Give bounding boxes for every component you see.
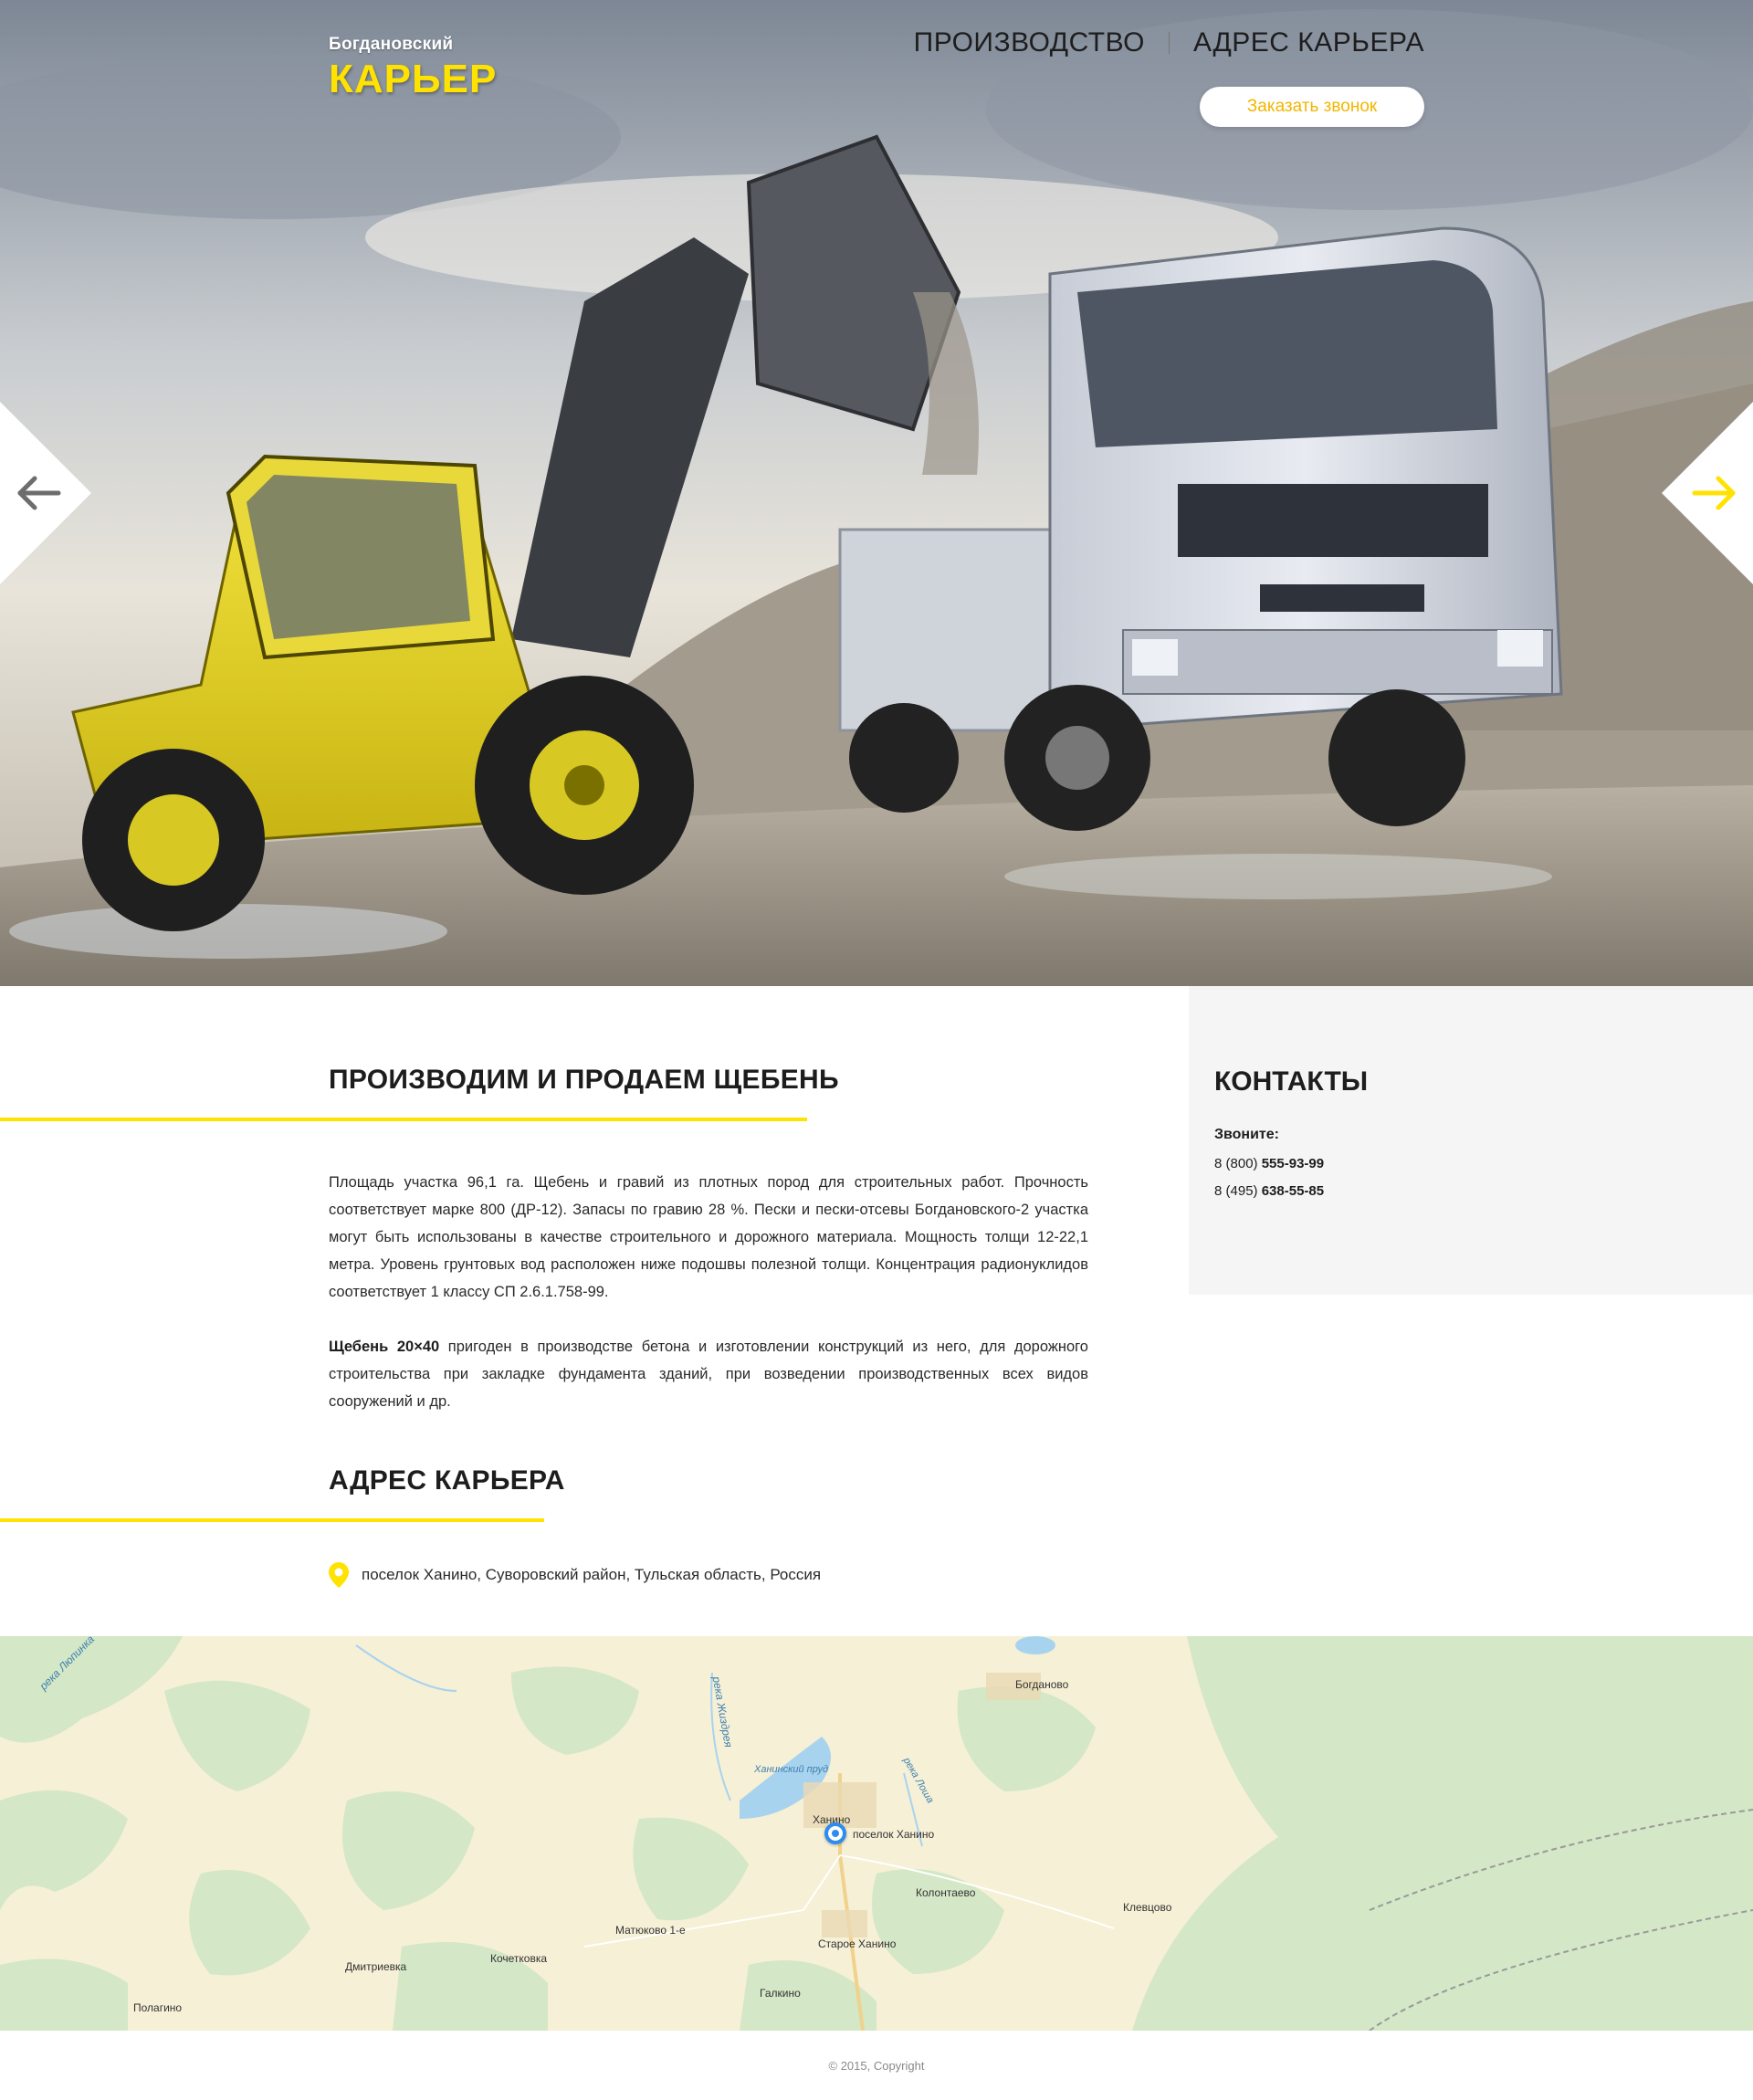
logo[interactable]: Богдановский КАРЬЕР <box>329 35 497 102</box>
map-label: Клевцово <box>1123 1901 1172 1914</box>
map-label: Галкино <box>760 1987 801 2000</box>
phone-1[interactable]: 8 (800) 555-93-99 <box>1214 1156 1324 1171</box>
about-title: ПРОИЗВОДИМ И ПРОДАЕМ ЩЕБЕНЬ <box>329 1065 839 1095</box>
address-title-underline <box>0 1518 544 1522</box>
map-label: Ханинский пруд <box>754 1764 829 1775</box>
map-label: Старое Ханино <box>818 1937 897 1950</box>
about-product-text: пригоден в производстве бетона и изготов… <box>329 1339 1088 1410</box>
about-paragraph-2: Щебень 20×40 пригоден в производстве бет… <box>329 1333 1088 1415</box>
location-pin-icon <box>329 1562 349 1588</box>
address-text: поселок Ханино, Суворовский район, Тульс… <box>362 1566 822 1583</box>
logo-title: КАРЬЕР <box>329 57 498 101</box>
address-title: АДРЕС КАРЬЕРА <box>329 1465 565 1496</box>
contacts-call-label: Звоните: <box>1214 1127 1279 1142</box>
map-label: Кочетковка <box>490 1952 548 1965</box>
slider-next-button[interactable] <box>1662 402 1753 584</box>
contacts-title: КОНТАКТЫ <box>1214 1066 1369 1097</box>
map-label: Матюково 1-е <box>615 1924 686 1937</box>
about-paragraph-1: Площадь участка 96,1 га. Щебень и гравий… <box>329 1174 1088 1300</box>
logo-subtitle: Богдановский <box>329 35 454 54</box>
phone-1-number: 555-93-99 <box>1261 1156 1325 1171</box>
order-call-button[interactable]: Заказать звонок <box>1200 87 1424 127</box>
main-nav: ПРОИЗВОДСТВО АДРЕС КАРЬЕРА <box>914 27 1424 58</box>
map-label: Богданово <box>1015 1678 1069 1691</box>
phone-2-number: 638-55-85 <box>1261 1183 1325 1199</box>
map-label: Колонтаево <box>916 1886 976 1899</box>
hero-slider: Богдановский КАРЬЕР ПРОИЗВОДСТВО АДРЕС К… <box>0 0 1753 986</box>
address-row: поселок Ханино, Суворовский район, Тульс… <box>329 1562 821 1588</box>
nav-link-quarry-address[interactable]: АДРЕС КАРЬЕРА <box>1193 27 1424 58</box>
about-product-name: Щебень 20×40 <box>329 1339 440 1355</box>
contacts-panel: КОНТАКТЫ Звоните: 8 (800) 555-93-99 8 (4… <box>1189 986 1753 1295</box>
nav-link-production[interactable]: ПРОИЗВОДСТВО <box>914 27 1145 58</box>
location-map[interactable]: Богданово Ханино поселок Ханино Колонтае… <box>0 1636 1753 2031</box>
slider-prev-button[interactable] <box>0 402 91 584</box>
map-label: Полагино <box>133 2001 183 2014</box>
phone-2-prefix: 8 (495) <box>1214 1183 1262 1199</box>
hero-image <box>0 0 1753 986</box>
nav-divider <box>1168 32 1170 54</box>
phone-2[interactable]: 8 (495) 638-55-85 <box>1214 1183 1324 1199</box>
copyright-text: © 2015, Copyright <box>828 2058 925 2073</box>
map-label: поселок Ханино <box>853 1828 935 1841</box>
map-location-marker-icon[interactable] <box>824 1822 846 1844</box>
footer: © 2015, Copyright <box>0 2031 1753 2100</box>
about-title-underline <box>0 1118 807 1121</box>
phone-1-prefix: 8 (800) <box>1214 1156 1262 1171</box>
map-label: Дмитриевка <box>345 1960 407 1973</box>
